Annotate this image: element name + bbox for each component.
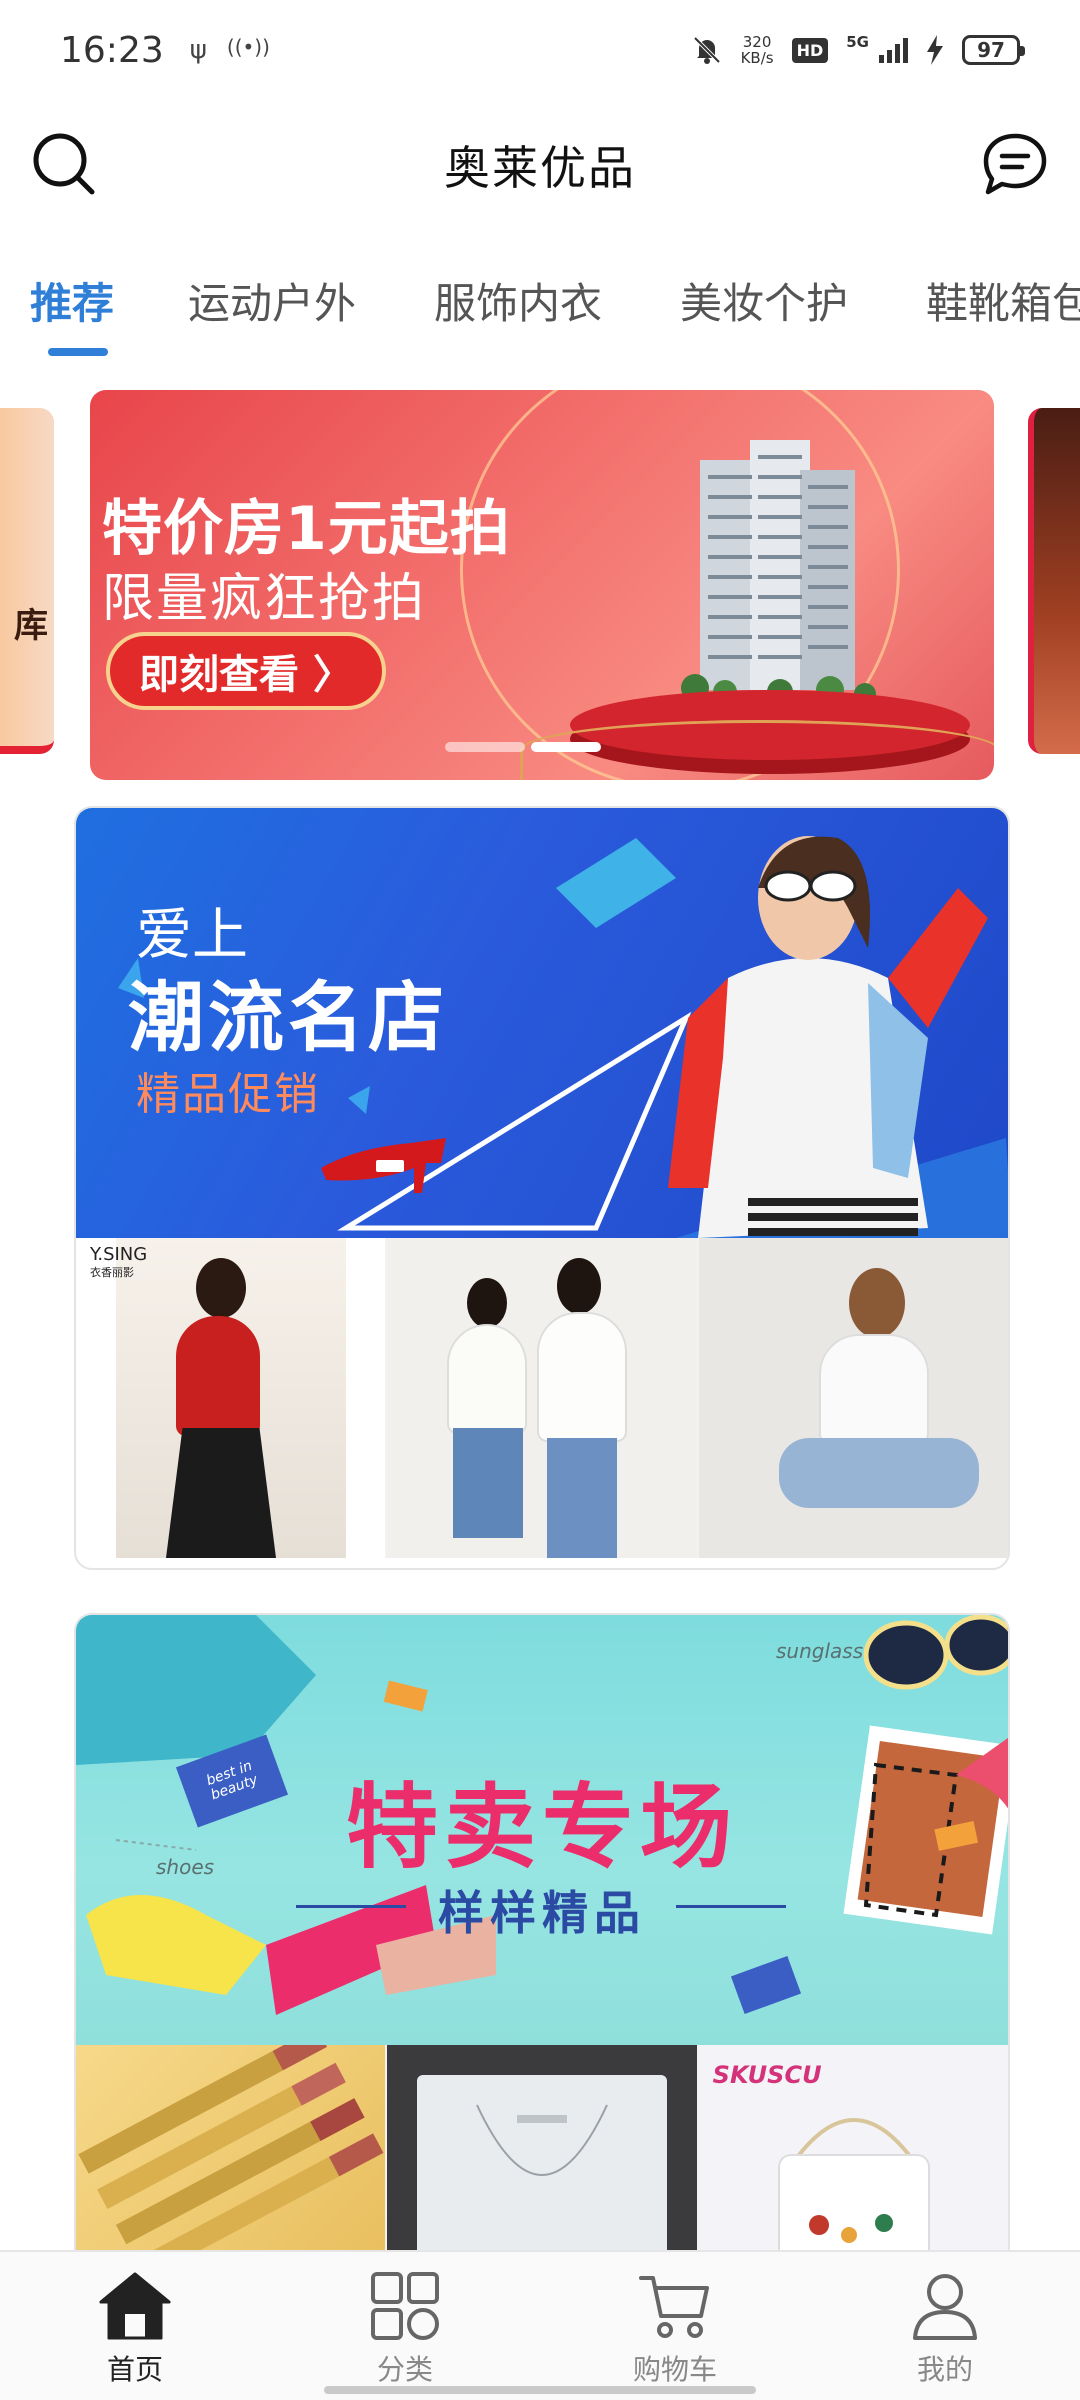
active-tab-indicator xyxy=(48,348,108,356)
status-right-icons: 320 KB/s HD 5G 97 xyxy=(691,33,1025,66)
carousel-main-slide[interactable]: 特价房1元起拍 限量疯狂抢拍 即刻查看 〉 xyxy=(90,390,994,780)
product-tile[interactable] xyxy=(696,1238,1008,1558)
tab-sports-outdoor[interactable]: 运动户外 xyxy=(188,270,356,331)
nav-home-label: 首页 xyxy=(106,2353,163,2386)
signal-icon xyxy=(879,37,908,63)
lipstick-image xyxy=(78,2045,384,2253)
nav-cart[interactable]: 购物车 xyxy=(540,2252,810,2400)
nav-cart-label: 购物车 xyxy=(632,2353,717,2386)
slide-title: 特价房1元起拍 xyxy=(102,494,511,564)
nav-profile[interactable]: 我的 xyxy=(810,2252,1080,2400)
sale-banner[interactable]: sunglass shoes best in beauty 特卖专场 样样精品 xyxy=(76,1615,1008,2045)
carousel-dot[interactable] xyxy=(445,742,525,752)
status-time: 16:23 xyxy=(60,29,164,71)
network-type: 5G xyxy=(846,33,869,51)
message-icon[interactable] xyxy=(980,130,1050,200)
fashion-model-image xyxy=(668,836,988,1238)
tile-model-skirt xyxy=(166,1428,276,1558)
page-title: 奥莱优品 xyxy=(444,141,636,195)
tile-model-jeans xyxy=(778,1438,979,1508)
product-tile[interactable] xyxy=(385,2045,697,2253)
header: 奥莱优品 xyxy=(0,110,1080,220)
carousel-dots xyxy=(445,742,601,752)
tile-model-top xyxy=(537,1312,628,1442)
tile-model-head xyxy=(196,1258,246,1318)
promo-card-sale[interactable]: sunglass shoes best in beauty 特卖专场 样样精品 xyxy=(74,1613,1010,2253)
profile-icon xyxy=(913,2274,977,2340)
product-tile[interactable]: SKUSCU xyxy=(696,2045,1008,2253)
net-speed-value: 320 xyxy=(742,33,772,51)
tab-beauty-care[interactable]: 美妆个护 xyxy=(680,270,848,331)
fashion-line2: 潮流名店 xyxy=(128,973,448,1062)
view-now-button[interactable]: 即刻查看 〉 xyxy=(106,632,386,710)
nav-category-label: 分类 xyxy=(376,2353,433,2386)
tile-model-jeans xyxy=(547,1438,618,1558)
category-tabs: 推荐 运动户外 服饰内衣 美妆个护 鞋靴箱包 xyxy=(0,240,1080,360)
necklace-image xyxy=(476,2104,609,2176)
charging-icon xyxy=(927,35,943,65)
sale-subtitle: 样样精品 xyxy=(438,1886,646,1940)
bottom-nav: 首页 分类 购物车 我的 xyxy=(0,2250,1080,2400)
tile-model-top xyxy=(176,1316,260,1436)
nav-home[interactable]: 首页 xyxy=(0,2252,270,2400)
prev-slide-text: 库 xyxy=(14,606,48,646)
hd-badge: HD xyxy=(791,37,829,63)
brand-name: Y.SING xyxy=(90,1244,148,1265)
tile-model-head xyxy=(848,1268,905,1338)
carousel-prev-slide[interactable]: 库 xyxy=(0,408,54,754)
red-heel-shoe-image xyxy=(321,1138,446,1193)
tile-model-jeans xyxy=(453,1428,524,1538)
tab-clothing-underwear[interactable]: 服饰内衣 xyxy=(434,270,602,331)
fashion-product-tiles: Y.SING 衣香丽影 xyxy=(76,1238,1008,1558)
search-icon[interactable] xyxy=(30,130,100,200)
home-icon xyxy=(99,2272,171,2340)
subtitle-line-right xyxy=(676,1905,786,1908)
battery-icon: 97 xyxy=(962,35,1025,65)
promo-card-fashion[interactable]: 爱上 潮流名店 精品促销 Y.SING 衣香丽影 xyxy=(74,806,1010,1570)
brand-logo-ysing: Y.SING 衣香丽影 xyxy=(90,1246,147,1282)
apartment-building-image xyxy=(681,440,876,705)
carousel-next-slide[interactable] xyxy=(1028,408,1080,754)
net-speed: 320 KB/s xyxy=(741,34,774,66)
battery-level: 97 xyxy=(977,38,1005,62)
fashion-banner[interactable]: 爱上 潮流名店 精品促销 xyxy=(76,808,1008,1238)
nav-category[interactable]: 分类 xyxy=(270,2252,540,2400)
home-indicator[interactable] xyxy=(324,2386,756,2394)
status-left-icons: ψ ((•)) xyxy=(190,35,270,65)
product-tile[interactable]: Y.SING 衣香丽影 xyxy=(76,1238,386,1558)
tile-model-head xyxy=(467,1278,508,1328)
tab-shoes-bags[interactable]: 鞋靴箱包 xyxy=(926,270,1080,331)
hotspot-icon: ((•)) xyxy=(226,35,270,59)
script-sunglass: sunglass xyxy=(776,1639,864,1663)
slide-subtitle: 限量疯狂抢拍 xyxy=(102,569,427,629)
product-tile[interactable] xyxy=(76,2045,386,2253)
product-tile[interactable] xyxy=(385,1238,697,1558)
status-bar: 16:23 ψ ((•)) 320 KB/s HD 5G 97 xyxy=(0,0,1080,100)
net-speed-unit: KB/s xyxy=(740,49,774,67)
tab-recommend[interactable]: 推荐 xyxy=(30,270,114,331)
sale-title: 特卖专场 xyxy=(345,1774,738,1881)
sale-product-tiles: SKUSCU xyxy=(76,2045,1008,2253)
tile-model-top xyxy=(447,1324,528,1434)
category-grid-icon xyxy=(371,2272,439,2340)
handbag-image xyxy=(777,2118,930,2253)
mute-bell-icon xyxy=(693,36,720,64)
carousel-dot-active[interactable] xyxy=(531,742,601,752)
nav-profile-label: 我的 xyxy=(916,2353,973,2386)
tile-model-top xyxy=(818,1334,929,1444)
brand-subname: 衣香丽影 xyxy=(90,1266,134,1279)
tile-model-head xyxy=(557,1258,602,1314)
fashion-line3: 精品促销 xyxy=(136,1069,320,1120)
usb-icon: ψ xyxy=(189,35,207,65)
banner-carousel[interactable]: 库 特价房1元起拍 限量疯狂抢拍 即刻查看 〉 xyxy=(0,390,1080,780)
cart-icon xyxy=(639,2276,709,2338)
